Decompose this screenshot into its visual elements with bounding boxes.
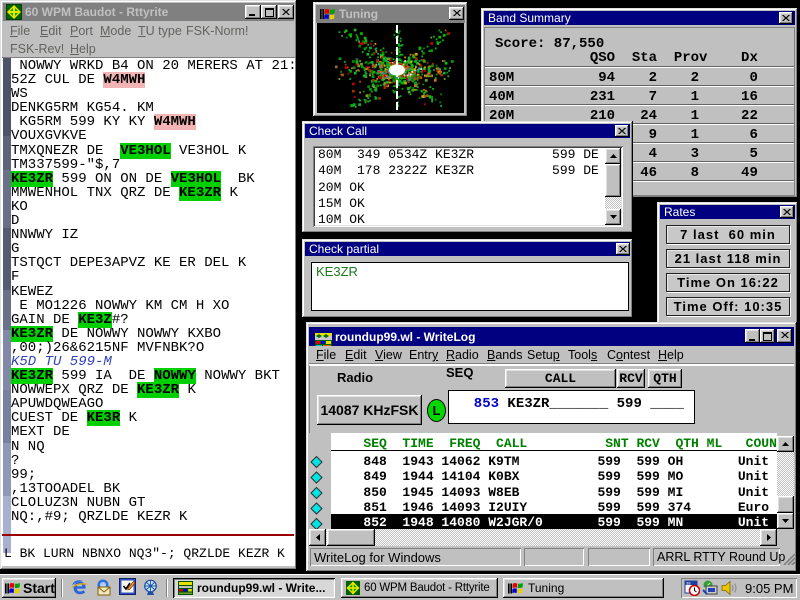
svg-text:38: 38	[686, 581, 691, 586]
